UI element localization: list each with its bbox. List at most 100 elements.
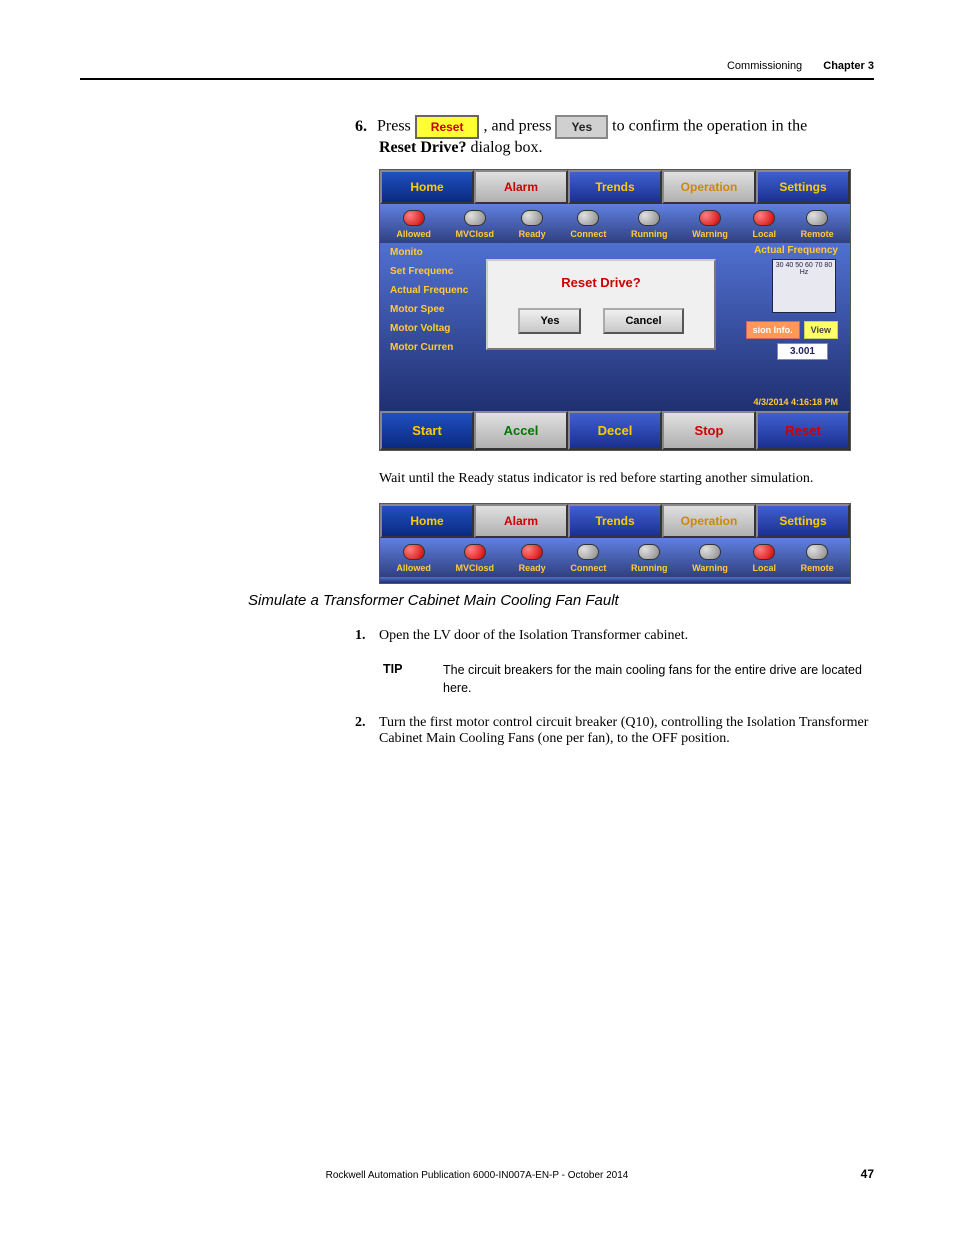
led-icon [753, 544, 775, 560]
reset-button: Reset [756, 411, 850, 450]
frequency-value: 3.001 [777, 343, 828, 360]
led-icon [464, 544, 486, 560]
led-icon [521, 210, 543, 226]
side-actfreq: Actual Frequenc [390, 285, 468, 296]
decel-button: Decel [568, 411, 662, 450]
version-info-button: sion Info. [746, 321, 800, 339]
view-button: View [804, 321, 838, 339]
frequency-gauge: 30 40 50 60 70 80 Hz [772, 259, 836, 313]
publication-info: Rockwell Automation Publication 6000-IN0… [0, 1170, 954, 1181]
tab-settings: Settings [756, 504, 850, 538]
tab-home: Home [380, 170, 474, 204]
status-warning: Warning [692, 544, 728, 573]
step-text: Open the LV door of the Isolation Transf… [379, 628, 688, 644]
step6-text-post: to confirm the operation in the [612, 118, 807, 135]
led-icon [464, 210, 486, 226]
status-connect: Connect [570, 210, 606, 239]
status-allowed: Allowed [396, 544, 431, 573]
dialog-name: Reset Drive? [379, 139, 467, 156]
tab-settings: Settings [756, 170, 850, 204]
tab-operation: Operation [662, 504, 756, 538]
led-icon [699, 544, 721, 560]
hmi-screenshot-2: Home Alarm Trends Operation Settings All… [379, 503, 851, 584]
step-6: 6. Press Reset , and press Yes to confir… [355, 115, 874, 157]
tip-block: TIP The circuit breakers for the main co… [383, 662, 874, 697]
header-rule [80, 78, 874, 80]
side-setfreq: Set Frequenc [390, 266, 468, 277]
status-running: Running [631, 210, 668, 239]
led-icon [638, 210, 660, 226]
led-icon [806, 544, 828, 560]
tab-home: Home [380, 504, 474, 538]
wait-text: Wait until the Ready status indicator is… [379, 469, 874, 489]
status-local: Local [752, 544, 776, 573]
header-chapter: Chapter 3 [823, 60, 874, 72]
led-icon [638, 544, 660, 560]
status-ready: Ready [519, 210, 546, 239]
led-icon [403, 210, 425, 226]
side-motorspeed: Motor Spee [390, 304, 468, 315]
step6-text-mid: , and press [483, 118, 551, 135]
step-text: Turn the first motor control circuit bre… [379, 715, 874, 747]
header-title: Commissioning [727, 60, 802, 72]
led-icon [753, 210, 775, 226]
page-header: Commissioning Chapter 3 [727, 60, 874, 72]
hmi-bottom-row: Start Accel Decel Stop Reset [380, 411, 850, 450]
led-icon [806, 210, 828, 226]
step6-text-pre: Press [377, 118, 411, 135]
step-number: 2. [355, 715, 379, 747]
side-labels: Monito Set Frequenc Actual Frequenc Moto… [390, 247, 468, 361]
tip-text: The circuit breakers for the main coolin… [443, 662, 874, 697]
status-ready: Ready [519, 544, 546, 573]
stop-button: Stop [662, 411, 756, 450]
hmi2-body [380, 577, 850, 583]
tab-trends: Trends [568, 170, 662, 204]
hmi2-tabs: Home Alarm Trends Operation Settings [380, 504, 850, 538]
tab-alarm: Alarm [474, 504, 568, 538]
status-remote: Remote [801, 210, 834, 239]
led-icon [521, 544, 543, 560]
led-icon [577, 210, 599, 226]
tab-trends: Trends [568, 504, 662, 538]
led-icon [577, 544, 599, 560]
tip-tag: TIP [383, 662, 443, 697]
modal-yes-button: Yes [518, 308, 581, 334]
step-2: 2. Turn the first motor control circuit … [355, 715, 874, 747]
accel-button: Accel [474, 411, 568, 450]
reset-drive-dialog: Reset Drive? Yes Cancel [486, 259, 716, 350]
modal-cancel-button: Cancel [603, 308, 683, 334]
status-connect: Connect [570, 544, 606, 573]
hmi2-status-row: Allowed MVClosd Ready Connect Running Wa… [380, 538, 850, 577]
status-local: Local [752, 210, 776, 239]
step-number: 1. [355, 628, 379, 644]
side-monitor: Monito [390, 247, 468, 258]
step-number: 6. [355, 118, 367, 135]
page-footer: Rockwell Automation Publication 6000-IN0… [0, 1170, 954, 1181]
status-mvclosd: MVClosd [456, 544, 495, 573]
led-icon [403, 544, 425, 560]
step6-text-post2: dialog box. [471, 139, 543, 156]
timestamp: 4/3/2014 4:16:18 PM [753, 397, 838, 407]
led-icon [699, 210, 721, 226]
side-motorvolt: Motor Voltag [390, 323, 468, 334]
status-running: Running [631, 544, 668, 573]
status-mvclosd: MVClosd [456, 210, 495, 239]
hmi-body: Monito Set Frequenc Actual Frequenc Moto… [380, 243, 850, 411]
hmi-status-row: Allowed MVClosd Ready Connect Running Wa… [380, 204, 850, 243]
yes-button-inline: Yes [555, 115, 608, 139]
tab-operation: Operation [662, 170, 756, 204]
hmi-tabs: Home Alarm Trends Operation Settings [380, 170, 850, 204]
actual-frequency-label: Actual Frequency [754, 245, 838, 256]
side-motorcurr: Motor Curren [390, 342, 468, 353]
section-heading: Simulate a Transformer Cabinet Main Cool… [248, 592, 619, 609]
status-allowed: Allowed [396, 210, 431, 239]
tab-alarm: Alarm [474, 170, 568, 204]
reset-button-inline: Reset [415, 115, 480, 139]
status-remote: Remote [801, 544, 834, 573]
status-warning: Warning [692, 210, 728, 239]
hmi-screenshot-1: Home Alarm Trends Operation Settings All… [379, 169, 851, 451]
start-button: Start [380, 411, 474, 450]
modal-title: Reset Drive? [488, 275, 714, 290]
page-number: 47 [861, 1167, 874, 1181]
step-1: 1. Open the LV door of the Isolation Tra… [355, 628, 874, 644]
